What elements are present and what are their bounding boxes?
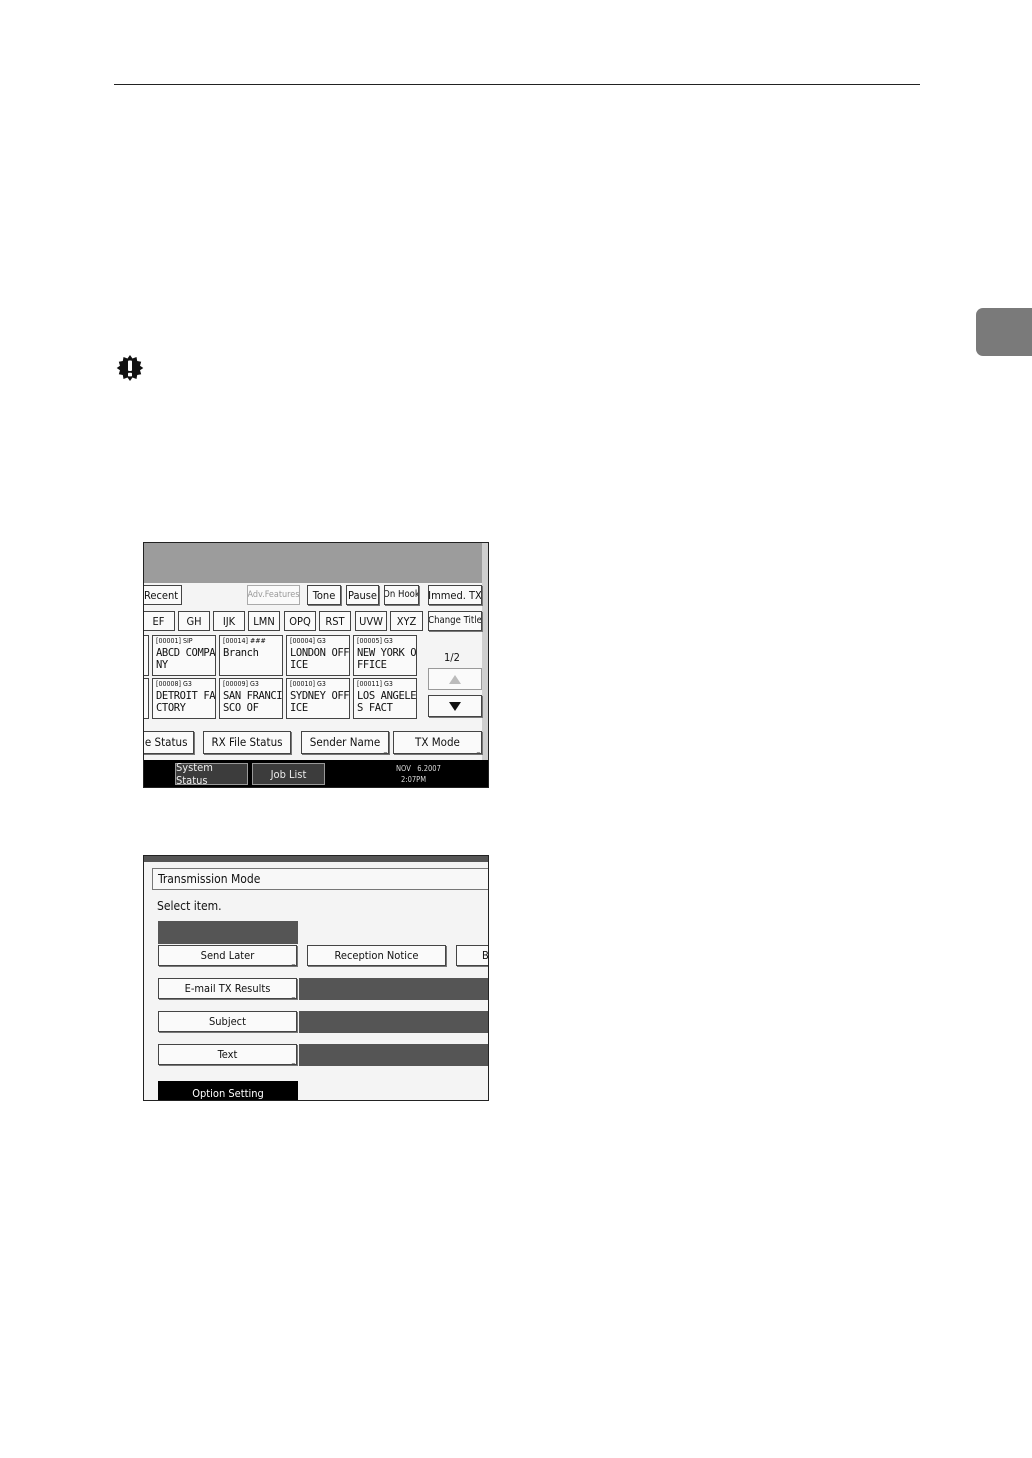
destination-code: [00011] G3 <box>357 680 393 688</box>
arrow-down-icon <box>449 701 461 711</box>
right-edge-strip <box>482 543 488 787</box>
select-prompt: Select item. <box>157 899 222 913</box>
destination-name: NEW YORK O FFICE <box>357 647 417 671</box>
destination-key-partial[interactable] <box>144 678 149 719</box>
adv-features-button[interactable]: Adv.Features <box>247 585 300 605</box>
on-hook-button[interactable]: On Hook <box>384 585 419 605</box>
tab-rst[interactable]: RST <box>319 611 351 631</box>
tx-mode-label: TX Mode <box>415 734 460 749</box>
header-area <box>144 543 482 583</box>
destination-code: [00009] G3 <box>223 680 259 688</box>
job-list-button[interactable]: Job List <box>252 763 325 785</box>
send-later-button[interactable]: Send Later _ <box>158 945 297 966</box>
time-display: 2:07PM <box>401 775 427 784</box>
destination-key[interactable]: [00009] G3 SAN FRANCI SCO OF <box>219 678 283 719</box>
tab-uvw[interactable]: UVW <box>355 611 387 631</box>
subject-button[interactable]: Subject <box>158 1011 297 1032</box>
destination-code: [00010] G3 <box>290 680 326 688</box>
text-label: Text <box>217 1048 238 1061</box>
scroll-up-button[interactable] <box>428 668 482 690</box>
tab-ijk[interactable]: IJK <box>213 611 245 631</box>
destination-key[interactable]: [00014] ### Branch <box>219 635 283 676</box>
destination-key[interactable]: [00011] G3 LOS ANGELE S FACT <box>353 678 417 719</box>
destination-name: LOS ANGELE S FACT <box>357 690 417 714</box>
destination-name: LONDON OFF ICE <box>290 647 350 671</box>
date-display: NOV 6.2007 <box>396 764 441 773</box>
destination-name: SAN FRANCI SCO OF <box>223 690 283 714</box>
tab-xyz[interactable]: XYZ <box>390 611 423 631</box>
change-title-button[interactable]: Change Title <box>428 611 482 631</box>
destination-code: [00008] G3 <box>156 680 192 688</box>
tab-opq[interactable]: OPQ <box>284 611 316 631</box>
option-setting-tab[interactable]: Option Setting <box>158 1081 298 1100</box>
header-rule <box>114 84 920 85</box>
destination-code: [00014] ### <box>223 637 266 645</box>
destination-code: [00005] G3 <box>357 637 393 645</box>
fax-destination-screen: Recent Adv.Features Tone Pause On Hook I… <box>143 542 489 788</box>
recent-button[interactable]: Recent <box>144 585 182 605</box>
destination-name: ABCD COMPA NY <box>156 647 216 671</box>
destination-name: Branch <box>223 647 259 659</box>
destination-name: DETROIT FA CTORY <box>156 690 216 714</box>
page-indicator: 1/2 <box>444 651 460 664</box>
screen-title: Transmission Mode <box>158 872 261 886</box>
transmission-mode-screen: Transmission Mode Select item. Send Late… <box>143 855 489 1101</box>
email-tx-results-label: E-mail TX Results <box>184 982 271 995</box>
destination-key[interactable]: [00005] G3 NEW YORK O FFICE <box>353 635 417 676</box>
chapter-thumb-tab <box>976 308 1032 356</box>
destination-key[interactable]: [00008] G3 DETROIT FA CTORY <box>152 678 216 719</box>
cut-off-button[interactable]: B <box>456 945 488 966</box>
tx-mode-button[interactable]: TX Mode _ <box>393 731 482 754</box>
recent-label: Recent <box>144 588 179 602</box>
send-later-header-bar <box>158 921 298 944</box>
tone-button[interactable]: Tone <box>307 585 341 605</box>
destination-name: SYDNEY OFF ICE <box>290 690 350 714</box>
arrow-up-icon <box>449 674 461 684</box>
pause-button[interactable]: Pause <box>346 585 379 605</box>
destination-key[interactable]: [00010] G3 SYDNEY OFF ICE <box>286 678 350 719</box>
destination-code: [00004] G3 <box>290 637 326 645</box>
destination-key[interactable]: [00004] G3 LONDON OFF ICE <box>286 635 350 676</box>
destination-key-partial[interactable] <box>144 635 149 676</box>
send-later-label: Send Later <box>200 949 255 962</box>
system-status-button[interactable]: System Status <box>175 761 248 787</box>
subject-value <box>299 1011 488 1033</box>
immed-tx-button[interactable]: Immed. TX <box>428 585 482 605</box>
tab-lmn[interactable]: LMN <box>248 611 280 631</box>
destination-key[interactable]: [00001] SIP ABCD COMPA NY <box>152 635 216 676</box>
tab-gh[interactable]: GH <box>178 611 210 631</box>
tx-file-status-label: le Status <box>143 734 188 749</box>
important-exclamation-icon <box>116 355 144 381</box>
scroll-down-button[interactable] <box>428 695 482 717</box>
text-value <box>299 1044 488 1066</box>
reception-notice-button[interactable]: Reception Notice <box>307 945 446 966</box>
sender-name-button[interactable]: Sender Name _ <box>301 731 389 754</box>
sender-name-label: Sender Name <box>309 734 381 749</box>
email-tx-results-button[interactable]: E-mail TX Results _ <box>158 978 297 999</box>
top-border <box>144 856 488 862</box>
rx-file-status-button[interactable]: RX File Status <box>203 731 291 754</box>
email-tx-results-value <box>299 978 488 1000</box>
tab-ef[interactable]: EF <box>144 611 175 631</box>
tx-file-status-button[interactable]: le Status <box>143 731 194 754</box>
text-button[interactable]: Text _ <box>158 1044 297 1065</box>
destination-code: [00001] SIP <box>156 637 193 645</box>
